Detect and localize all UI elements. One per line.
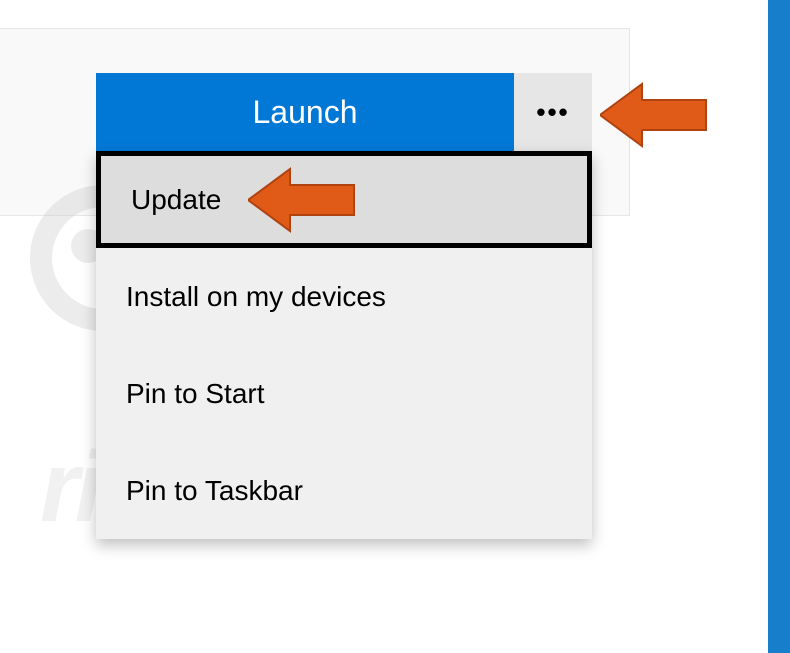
menu-item-pin-to-start[interactable]: Pin to Start [96, 345, 592, 442]
menu-item-label: Pin to Taskbar [126, 475, 303, 507]
menu-item-update[interactable]: Update [96, 151, 592, 248]
right-accent-bar [768, 0, 790, 653]
menu-item-install-on-my-devices[interactable]: Install on my devices [96, 248, 592, 345]
ellipsis-icon: ••• [536, 97, 569, 128]
context-menu: Update Install on my devices Pin to Star… [96, 151, 592, 539]
menu-item-label: Install on my devices [126, 281, 386, 313]
launch-button-label: Launch [253, 94, 358, 131]
menu-item-label: Pin to Start [126, 378, 265, 410]
menu-item-label: Update [131, 184, 221, 216]
more-options-button[interactable]: ••• [514, 73, 592, 151]
menu-item-pin-to-taskbar[interactable]: Pin to Taskbar [96, 442, 592, 539]
launch-button[interactable]: Launch [96, 73, 514, 151]
